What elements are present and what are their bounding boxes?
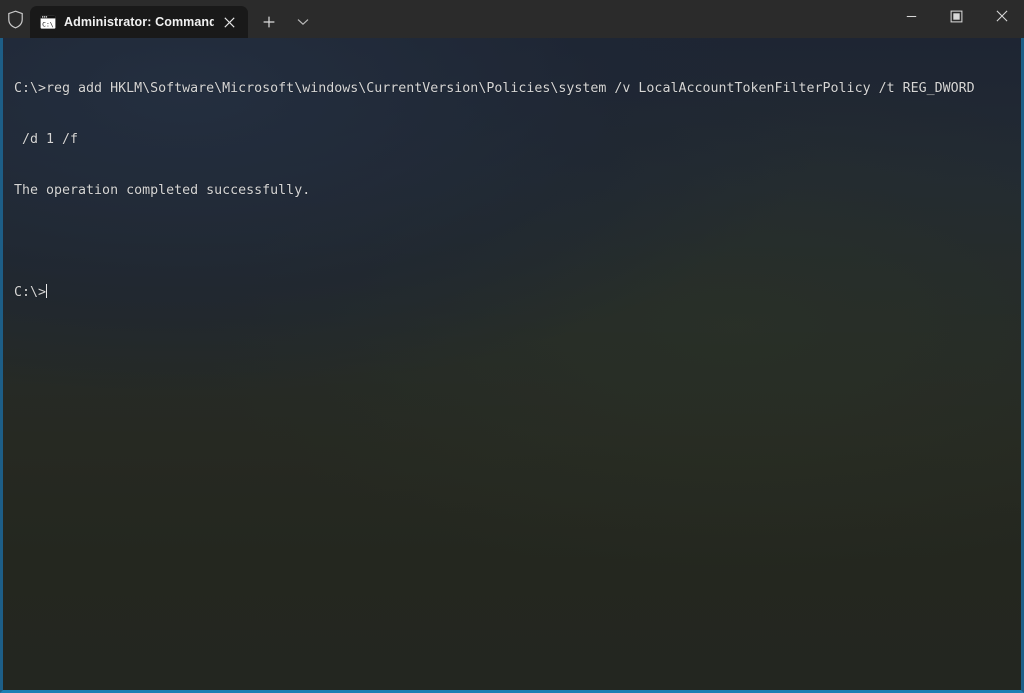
console-prompt-line: C:\>: [14, 284, 1017, 301]
new-tab-button[interactable]: [254, 6, 284, 38]
text-caret: [46, 284, 48, 298]
console-output: C:\>reg add HKLM\Software\Microsoft\wind…: [14, 46, 1017, 335]
shield-icon: [0, 0, 30, 38]
chevron-down-icon[interactable]: [288, 6, 318, 38]
command-prompt-icon: C:\: [40, 14, 56, 30]
svg-text:C:\: C:\: [42, 20, 54, 28]
console-line: The operation completed successfully.: [14, 183, 311, 198]
terminal-window: C:\ Administrator: Command Pror: [0, 0, 1024, 693]
window-controls: [889, 0, 1024, 38]
minimize-button[interactable]: [889, 0, 934, 32]
tab-strip: C:\ Administrator: Command Pror: [30, 0, 889, 38]
console-line: C:\>reg add HKLM\Software\Microsoft\wind…: [14, 81, 975, 96]
console-line: /d 1 /f: [14, 132, 79, 147]
console-surface[interactable]: C:\>reg add HKLM\Software\Microsoft\wind…: [0, 38, 1024, 693]
maximize-button[interactable]: [934, 0, 979, 32]
tab-close-icon[interactable]: [216, 9, 242, 35]
title-bar: C:\ Administrator: Command Pror: [0, 0, 1024, 38]
tab-administrator-command-prompt[interactable]: C:\ Administrator: Command Pror: [30, 6, 248, 38]
close-button[interactable]: [979, 0, 1024, 32]
tab-title: Administrator: Command Pror: [64, 15, 214, 29]
console-prompt: C:\>: [14, 285, 47, 300]
